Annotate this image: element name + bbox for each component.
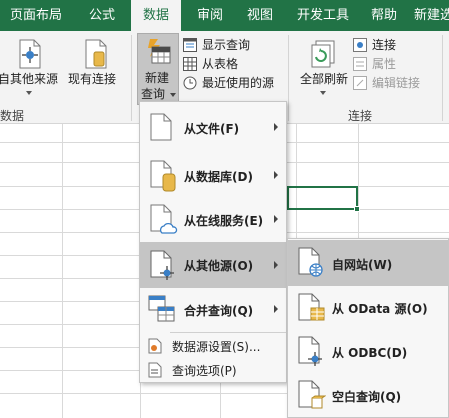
tab-developer[interactable]: 开发工具 [290,0,356,31]
chevron-right-icon [274,305,278,313]
chevron-right-icon [274,123,278,131]
menu-label: 从在线服务(E) [184,214,264,228]
menu-label: 从 ODBC(D) [332,346,408,360]
menu-label: 从其他源(O) [184,259,254,273]
settings-icon [148,338,162,354]
menu-label: 从文件(F) [184,122,240,136]
menu-separator [170,332,286,333]
submenu-item-from-odbc[interactable]: 从 ODBC(D) [288,330,448,374]
tab-view[interactable]: 视图 [238,0,282,31]
combine-icon [148,295,175,322]
existing-connections-button[interactable]: 现有连接 [66,35,124,105]
tab-data[interactable]: 数据 [131,0,181,31]
other-sources-submenu: 自网站(W) 从 OData 源(O) 从 ODBC(D) 空白查询(Q) [287,238,449,418]
column-line [62,124,63,418]
menu-label: 从 OData 源(O) [332,302,428,316]
chevron-down-icon [170,93,176,97]
clock-icon [183,76,197,90]
show-queries-button[interactable]: 显示查询 [182,37,282,54]
fill-handle[interactable] [354,206,360,212]
table-icon [183,57,197,71]
blank-query-icon [298,380,326,409]
menu-item-from-database[interactable]: 从数据库(D) [140,152,286,198]
menu-label: 空白查询(Q) [332,390,402,404]
database-icon [150,160,176,192]
from-table-button[interactable]: 从表格 [182,56,282,73]
chevron-right-icon [274,171,278,179]
from-other-sources-button[interactable]: 自其他来源 [0,35,58,105]
menu-item-combine-queries[interactable]: 合并查询(Q) [140,288,286,332]
new-query-icon [148,39,171,64]
menu-label: 数据源设置(S)... [172,340,261,354]
submenu-item-from-web[interactable]: 自网站(W) [288,240,448,286]
edit-links-icon [353,76,367,90]
refresh-all-button[interactable]: 全部刷新 [294,35,352,105]
other-sources-icon [19,39,41,69]
tab-new[interactable]: 新建选 [414,0,449,31]
new-query-menu: 从文件(F) 从数据库(D) 从在线服务(E) 从其他源(O) 合并查询(Q) … [139,101,287,383]
file-icon [150,113,172,141]
refresh-all-label: 全部刷新 [300,72,349,86]
edit-links-label: 编辑链接 [372,76,421,90]
menu-label: 查询选项(P) [172,364,237,378]
from-table-label: 从表格 [202,57,239,71]
submenu-item-from-odata[interactable]: 从 OData 源(O) [288,286,448,330]
chevron-right-icon [274,261,278,269]
properties-icon [353,57,367,71]
selected-cell[interactable] [287,186,358,210]
chevron-right-icon [274,215,278,223]
group-separator [131,35,132,121]
ribbon-tab-bar: 页面布局 公式 数据 审阅 视图 开发工具 帮助 新建选 [0,0,449,31]
menu-item-query-options[interactable]: 查询选项(P) [140,358,286,382]
menu-label: 自网站(W) [332,258,393,272]
connections-label: 连接 [372,38,397,52]
menu-label: 合并查询(Q) [184,304,254,318]
chevron-down-icon [320,91,326,95]
connections-button[interactable]: 连接 [352,37,432,54]
properties-button[interactable]: 属性 [352,56,432,73]
menu-item-data-source-settings[interactable]: 数据源设置(S)... [140,334,286,358]
chevron-down-icon [26,91,32,95]
existing-connections-label: 现有连接 [68,72,117,86]
properties-label: 属性 [372,57,397,71]
menu-label: 从数据库(D) [184,170,253,184]
recent-sources-label: 最近使用的源 [202,76,275,90]
tab-formulas[interactable]: 公式 [80,0,124,31]
tab-page-layout[interactable]: 页面布局 [0,0,72,31]
group-label-connections: 连接 [348,109,373,123]
menu-item-from-online-services[interactable]: 从在线服务(E) [140,198,286,242]
from-other-sources-label: 自其他来源 [0,72,59,86]
group-label-data: 数据 [0,109,25,123]
options-icon [148,362,162,378]
menu-item-from-file[interactable]: 从文件(F) [140,102,286,152]
new-query-label-2: 查询 [141,87,166,101]
submenu-item-blank-query[interactable]: 空白查询(Q) [288,374,448,418]
odbc-icon [298,336,322,366]
odata-icon [298,293,325,321]
new-query-label-1: 新建 [145,71,170,85]
new-query-button[interactable]: 新建 查询 [137,33,179,105]
tab-review[interactable]: 审阅 [188,0,232,31]
connections-icon [353,38,367,52]
refresh-icon [311,40,335,68]
edit-links-button[interactable]: 编辑链接 [352,75,442,92]
group-separator [288,35,289,121]
menu-item-from-other-sources[interactable]: 从其他源(O) [140,242,286,288]
cloud-icon [150,204,178,234]
web-icon [298,247,323,277]
show-queries-label: 显示查询 [202,38,251,52]
recent-sources-button[interactable]: 最近使用的源 [182,75,286,92]
other-sources-icon [150,250,174,280]
group-separator [442,35,443,121]
tab-help[interactable]: 帮助 [362,0,406,31]
existing-connections-icon [85,39,107,69]
show-queries-icon [183,38,197,52]
